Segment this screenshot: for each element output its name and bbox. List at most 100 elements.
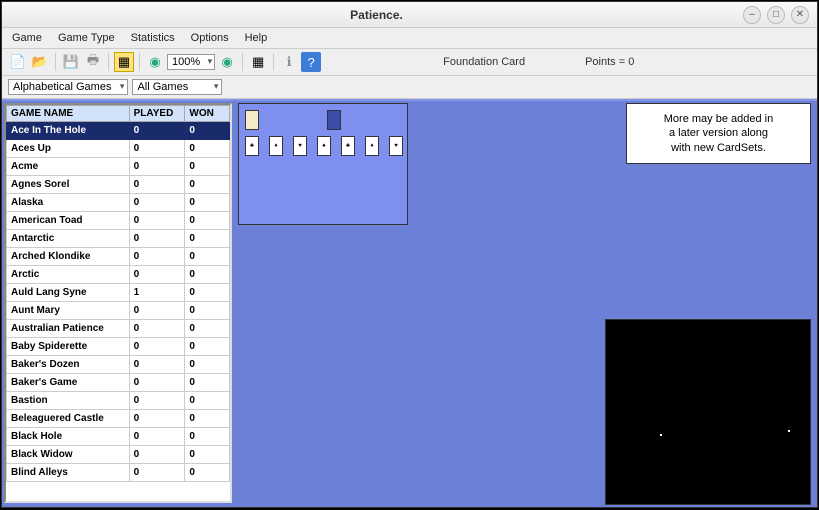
content-area: GAME NAME PLAYED WON Ace In The Hole00Ac… [2,99,817,507]
table-row[interactable]: Blind Alleys00 [7,464,230,482]
table-row[interactable]: Black Hole00 [7,428,230,446]
table-row[interactable]: American Toad00 [7,212,230,230]
cell-won: 0 [185,176,230,194]
table-row[interactable]: Bastion00 [7,392,230,410]
cell-won: 0 [185,374,230,392]
cell-name: Baker's Dozen [7,356,130,374]
info-icon[interactable]: ℹ [279,52,299,72]
black-panel [605,319,811,505]
cell-played: 0 [129,230,185,248]
points-label: Points = 0 [585,56,634,68]
menu-help[interactable]: Help [243,30,270,46]
cell-name: Bastion [7,392,130,410]
cell-name: Black Hole [7,428,130,446]
cell-name: Ace In The Hole [7,122,130,140]
cell-won: 0 [185,266,230,284]
window-title: Patience. [10,8,743,22]
list-icon[interactable]: ▦ [114,52,134,72]
maximize-button[interactable]: □ [767,6,785,24]
table-row[interactable]: Alaska00 [7,194,230,212]
menu-game[interactable]: Game [10,30,44,46]
table-row[interactable]: Aunt Mary00 [7,302,230,320]
preview-stock [245,110,259,130]
games-table-wrap[interactable]: GAME NAME PLAYED WON Ace In The Hole00Ac… [4,103,232,503]
zoom-in-icon[interactable]: ◉ [217,52,237,72]
print-icon[interactable]: 🖶 [83,52,103,72]
table-row[interactable]: Arched Klondike00 [7,248,230,266]
menu-options[interactable]: Options [189,30,231,46]
cell-won: 0 [185,248,230,266]
table-row[interactable]: Australian Patience00 [7,320,230,338]
col-won[interactable]: WON [185,106,230,122]
col-name[interactable]: GAME NAME [7,106,130,122]
cell-played: 0 [129,248,185,266]
table-row[interactable]: Baker's Game00 [7,374,230,392]
close-button[interactable]: ✕ [791,6,809,24]
table-row[interactable]: Acme00 [7,158,230,176]
games-table: GAME NAME PLAYED WON Ace In The Hole00Ac… [6,105,230,482]
cell-won: 0 [185,446,230,464]
cell-won: 0 [185,140,230,158]
open-icon[interactable]: 📂 [30,52,50,72]
table-row[interactable]: Black Widow00 [7,446,230,464]
cell-played: 0 [129,176,185,194]
zoom-select[interactable]: 100% [167,54,215,70]
preview-card: ♣ [341,136,355,156]
cell-name: Beleaguered Castle [7,410,130,428]
cell-name: Antarctic [7,230,130,248]
cell-name: Black Widow [7,446,130,464]
info-line: a later version along [641,126,796,140]
cell-name: Aces Up [7,140,130,158]
cell-won: 0 [185,158,230,176]
cell-won: 0 [185,302,230,320]
table-row[interactable]: Antarctic00 [7,230,230,248]
cell-played: 0 [129,266,185,284]
zoom-out-icon[interactable]: ◉ [145,52,165,72]
calendar-icon[interactable]: ▦ [248,52,268,72]
cell-won: 0 [185,122,230,140]
table-row[interactable]: Beleaguered Castle00 [7,410,230,428]
table-row[interactable]: Baker's Dozen00 [7,356,230,374]
cell-name: Alaska [7,194,130,212]
table-row[interactable]: Agnes Sorel00 [7,176,230,194]
help-icon[interactable]: ? [301,52,321,72]
col-played[interactable]: PLAYED [129,106,185,122]
dot [660,434,662,436]
filter-select[interactable]: All Games [132,79,222,95]
cell-won: 0 [185,284,230,302]
cell-played: 0 [129,410,185,428]
cell-played: 0 [129,302,185,320]
cell-played: 0 [129,374,185,392]
menu-statistics[interactable]: Statistics [129,30,177,46]
cell-won: 0 [185,338,230,356]
cell-played: 0 [129,158,185,176]
save-icon[interactable]: 💾 [61,52,81,72]
preview-card: ♦ [269,136,283,156]
cell-played: 0 [129,338,185,356]
separator [139,53,140,71]
table-row[interactable]: Baby Spiderette00 [7,338,230,356]
cell-won: 0 [185,392,230,410]
table-row[interactable]: Arctic00 [7,266,230,284]
info-line: More may be added in [641,112,796,126]
preview-card: ♦ [365,136,379,156]
table-row[interactable]: Aces Up00 [7,140,230,158]
preview-deck [327,110,341,130]
cell-played: 0 [129,122,185,140]
cell-won: 0 [185,194,230,212]
cell-won: 0 [185,212,230,230]
preview-card: ♥ [293,136,307,156]
sort-select[interactable]: Alphabetical Games [8,79,128,95]
separator [108,53,109,71]
cell-name: Aunt Mary [7,302,130,320]
cell-played: 0 [129,356,185,374]
cell-played: 0 [129,212,185,230]
new-icon[interactable]: 📄 [8,52,28,72]
minimize-button[interactable]: – [743,6,761,24]
table-row[interactable]: Auld Lang Syne10 [7,284,230,302]
menu-game-type[interactable]: Game Type [56,30,117,46]
separator [242,53,243,71]
table-row[interactable]: Ace In The Hole00 [7,122,230,140]
cell-name: Agnes Sorel [7,176,130,194]
menubar: Game Game Type Statistics Options Help [2,28,817,49]
